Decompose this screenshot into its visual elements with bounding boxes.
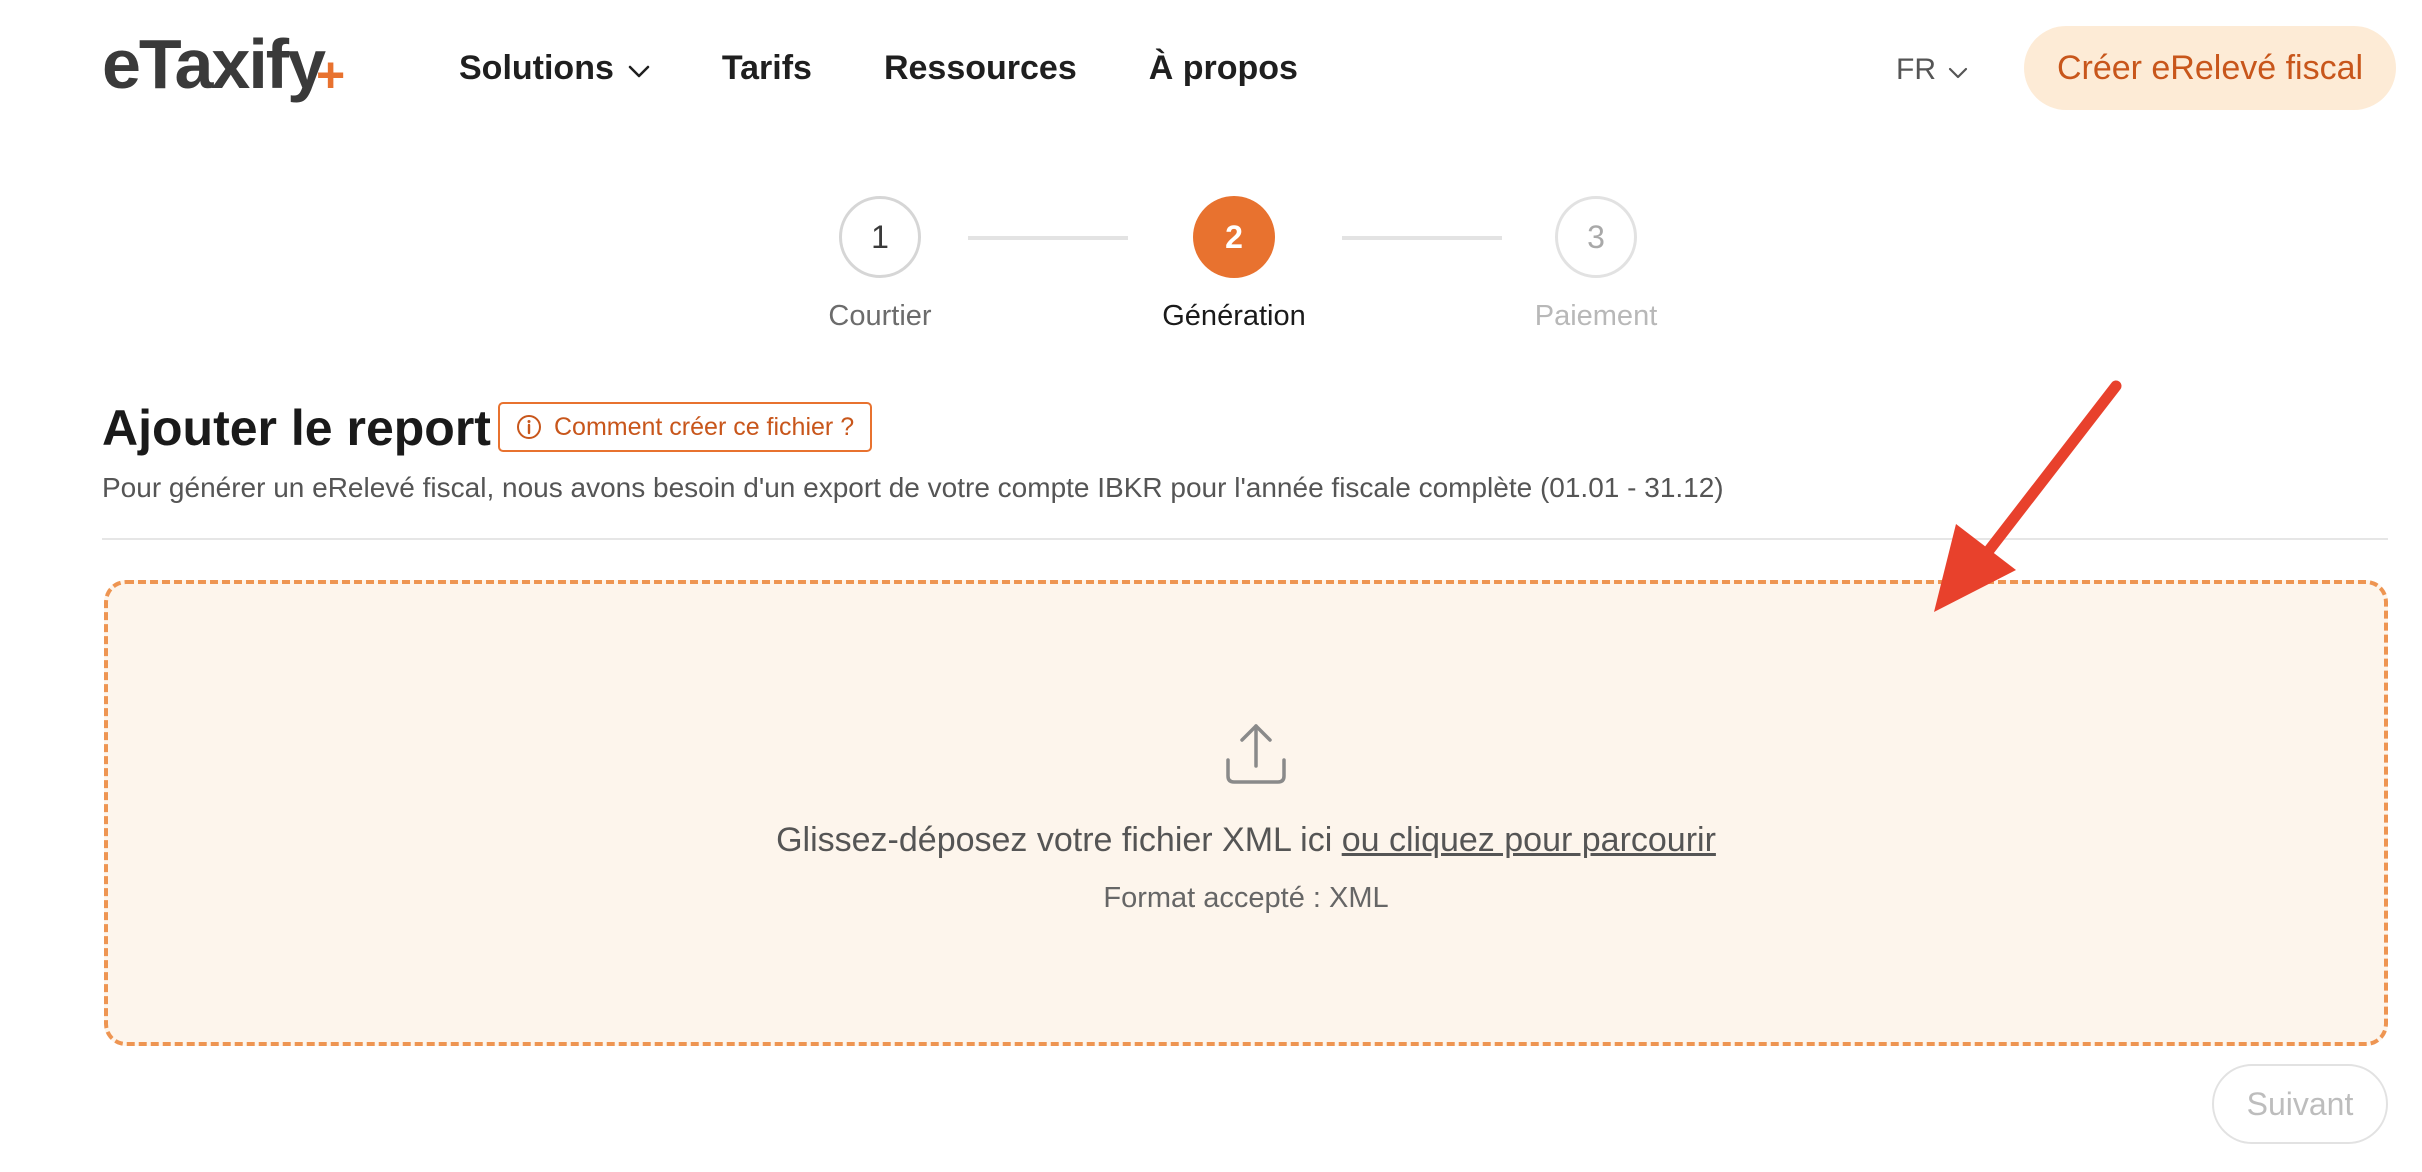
language-selector[interactable]: FR [1896, 50, 1968, 90]
dropzone-text: Glissez-déposez votre fichier XML ici [776, 821, 1333, 859]
nav-item-a-propos[interactable]: À propos [1149, 44, 1298, 92]
progress-stepper: 1 Courtier 2 Génération 3 Paiement [0, 196, 2422, 346]
browse-link[interactable]: ou cliquez pour parcourir [1342, 821, 1716, 859]
dropzone-instructions: Glissez-déposez votre fichier XML ici ou… [108, 816, 2384, 864]
step-label: Courtier [828, 300, 932, 332]
next-button[interactable]: Suivant [2212, 1064, 2388, 1144]
chevron-down-icon [628, 44, 650, 92]
step-courtier[interactable]: 1 Courtier [760, 196, 1000, 336]
file-dropzone[interactable]: Glissez-déposez votre fichier XML ici ou… [104, 580, 2388, 1046]
logo-plus-mark: + [316, 47, 346, 103]
annotation-arrow-icon [1934, 380, 2122, 612]
nav-item-label: Tarifs [721, 49, 812, 87]
section-description: Pour générer un eRelevé fiscal, nous avo… [102, 472, 1724, 503]
nav-item-label: Ressources [883, 49, 1077, 87]
nav-item-ressources[interactable]: Ressources [884, 44, 1077, 92]
step-generation: 2 Génération [1114, 196, 1354, 336]
step-paiement: 3 Paiement [1476, 196, 1716, 336]
chevron-down-icon [1948, 50, 1968, 90]
help-button-label: Comment créer ce fichier ? [554, 412, 855, 441]
language-label: FR [1896, 53, 1936, 86]
step-label: Génération [1162, 300, 1306, 332]
nav-item-tarifs[interactable]: Tarifs [722, 44, 812, 92]
nav-item-label: Solutions [459, 49, 614, 87]
step-number: 2 [1193, 196, 1275, 278]
accepted-format: Format accepté : XML [1103, 882, 1389, 914]
upload-icon [1220, 720, 1292, 788]
step-number: 1 [839, 196, 921, 278]
how-to-create-file-button[interactable]: Comment créer ce fichier ? [498, 402, 873, 452]
page-title: Ajouter le report [102, 400, 491, 456]
main-nav: Solutions Tarifs Ressources À propos [459, 44, 1370, 92]
nav-item-solutions[interactable]: Solutions [459, 44, 650, 92]
step-label: Paiement [1534, 300, 1658, 332]
nav-item-label: À propos [1148, 49, 1298, 87]
step-number: 3 [1555, 196, 1637, 278]
create-statement-button[interactable]: Créer eRelevé fiscal [2024, 26, 2396, 110]
logo[interactable]: eTaxify [102, 22, 326, 106]
info-icon [516, 414, 542, 440]
site-header: eTaxify + Solutions Tarifs Ressources À … [0, 0, 2422, 136]
